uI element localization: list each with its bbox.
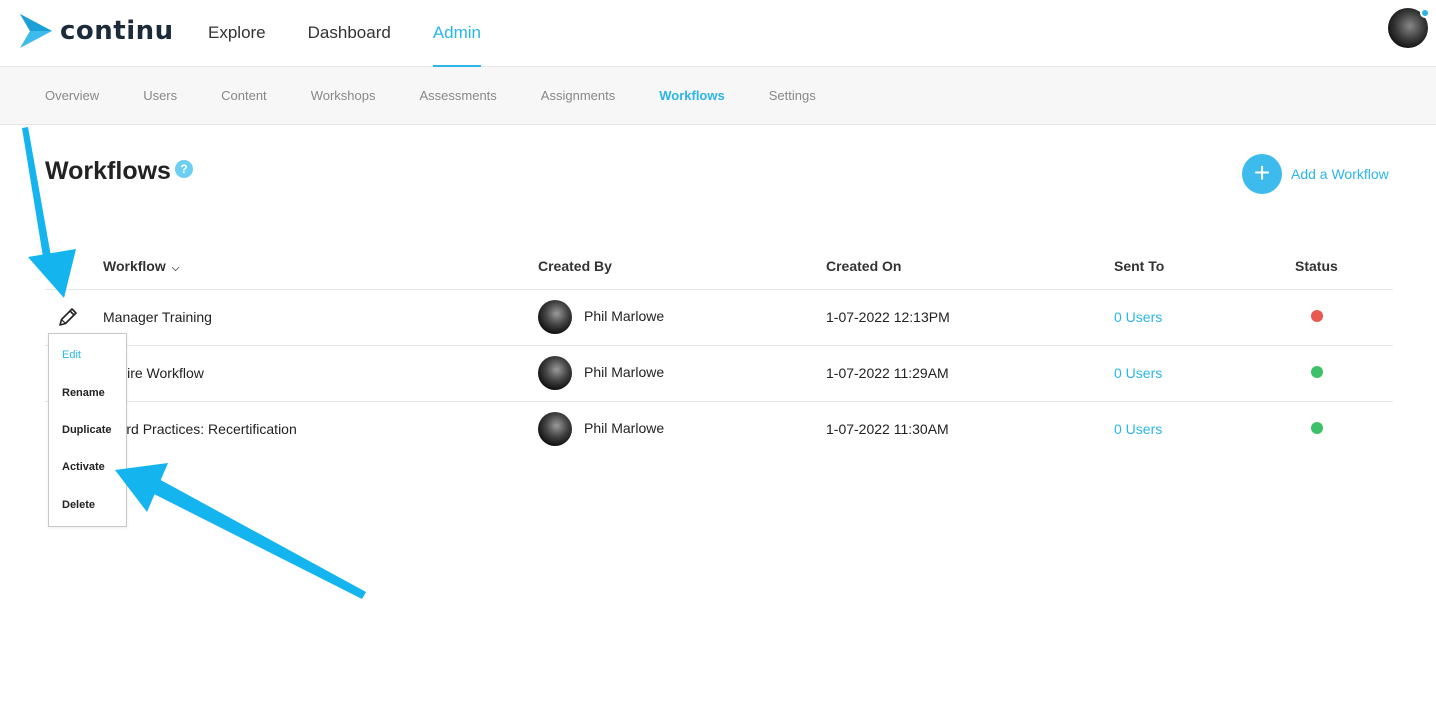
menu-item-rename[interactable]: Rename <box>62 387 105 399</box>
row-divider <box>45 401 1393 402</box>
annotation-arrow-to-activate <box>115 463 366 599</box>
status-indicator <box>1311 422 1323 434</box>
avatar <box>538 300 572 334</box>
tab-content[interactable]: Content <box>221 67 267 124</box>
table-row-created-on: 1-07-2022 11:30AM <box>826 421 949 437</box>
table-row-created-by: Phil Marlowe <box>584 308 665 324</box>
row-divider <box>45 345 1393 346</box>
nav-explore[interactable]: Explore <box>208 0 266 67</box>
annotation-arrow-to-pencil <box>22 127 76 298</box>
table-row-created-on: 1-07-2022 12:13PM <box>826 309 950 325</box>
table-row-created-on: 1-07-2022 11:29AM <box>826 365 949 381</box>
notification-dot <box>1420 8 1430 18</box>
row-action-menu: Edit Rename Duplicate Activate Delete <box>48 333 127 527</box>
main-nav: Explore Dashboard Admin <box>208 0 523 68</box>
tab-settings[interactable]: Settings <box>769 67 816 124</box>
avatar <box>538 412 572 446</box>
top-navbar: continu Explore Dashboard Admin <box>0 0 1436 68</box>
chevron-down-icon: ⌵ <box>171 263 180 274</box>
menu-item-duplicate[interactable]: Duplicate <box>62 424 112 436</box>
status-indicator <box>1311 310 1323 322</box>
logo-chevron-icon <box>20 14 52 48</box>
table-header-divider <box>45 289 1393 290</box>
add-workflow-button[interactable]: + <box>1242 154 1282 194</box>
nav-dashboard[interactable]: Dashboard <box>308 0 391 67</box>
table-row-created-by: Phil Marlowe <box>584 364 665 380</box>
column-header-created-by: Created By <box>538 258 612 274</box>
nav-admin[interactable]: Admin <box>432 0 482 68</box>
menu-item-delete[interactable]: Delete <box>62 499 95 511</box>
table-row-created-by: Phil Marlowe <box>584 420 665 436</box>
column-header-workflow[interactable]: Workflow ⌵ <box>103 258 179 274</box>
table-row-sent-to-link[interactable]: 0 Users <box>1114 421 1162 437</box>
column-header-workflow-label: Workflow <box>103 258 166 274</box>
brand-logo[interactable]: continu <box>20 14 174 48</box>
table-row-workflow-name[interactable]: Manager Training <box>103 309 212 325</box>
tab-workshops[interactable]: Workshops <box>311 67 376 124</box>
avatar <box>538 356 572 390</box>
menu-item-activate[interactable]: Activate <box>62 461 105 473</box>
menu-item-edit[interactable]: Edit <box>62 349 81 361</box>
table-row-sent-to-link[interactable]: 0 Users <box>1114 309 1162 325</box>
pencil-icon[interactable] <box>57 306 79 328</box>
tab-users[interactable]: Users <box>143 67 177 124</box>
admin-subnav: Overview Users Content Workshops Assessm… <box>0 67 1436 125</box>
add-workflow-label[interactable]: Add a Workflow <box>1291 166 1389 182</box>
table-row-sent-to-link[interactable]: 0 Users <box>1114 365 1162 381</box>
page-title: Workflows <box>45 157 171 185</box>
column-header-status: Status <box>1295 258 1338 274</box>
column-header-sent-to: Sent To <box>1114 258 1165 274</box>
tab-workflows[interactable]: Workflows <box>659 67 725 124</box>
question-circle-icon[interactable]: ? <box>175 160 193 178</box>
tab-overview[interactable]: Overview <box>45 67 99 124</box>
table-row-workflow-name[interactable]: ndard Practices: Recertification <box>103 421 297 437</box>
status-indicator <box>1311 366 1323 378</box>
brand-name: continu <box>60 16 174 46</box>
tab-assignments[interactable]: Assignments <box>541 67 615 124</box>
tab-assessments[interactable]: Assessments <box>419 67 496 124</box>
column-header-created-on: Created On <box>826 258 902 274</box>
